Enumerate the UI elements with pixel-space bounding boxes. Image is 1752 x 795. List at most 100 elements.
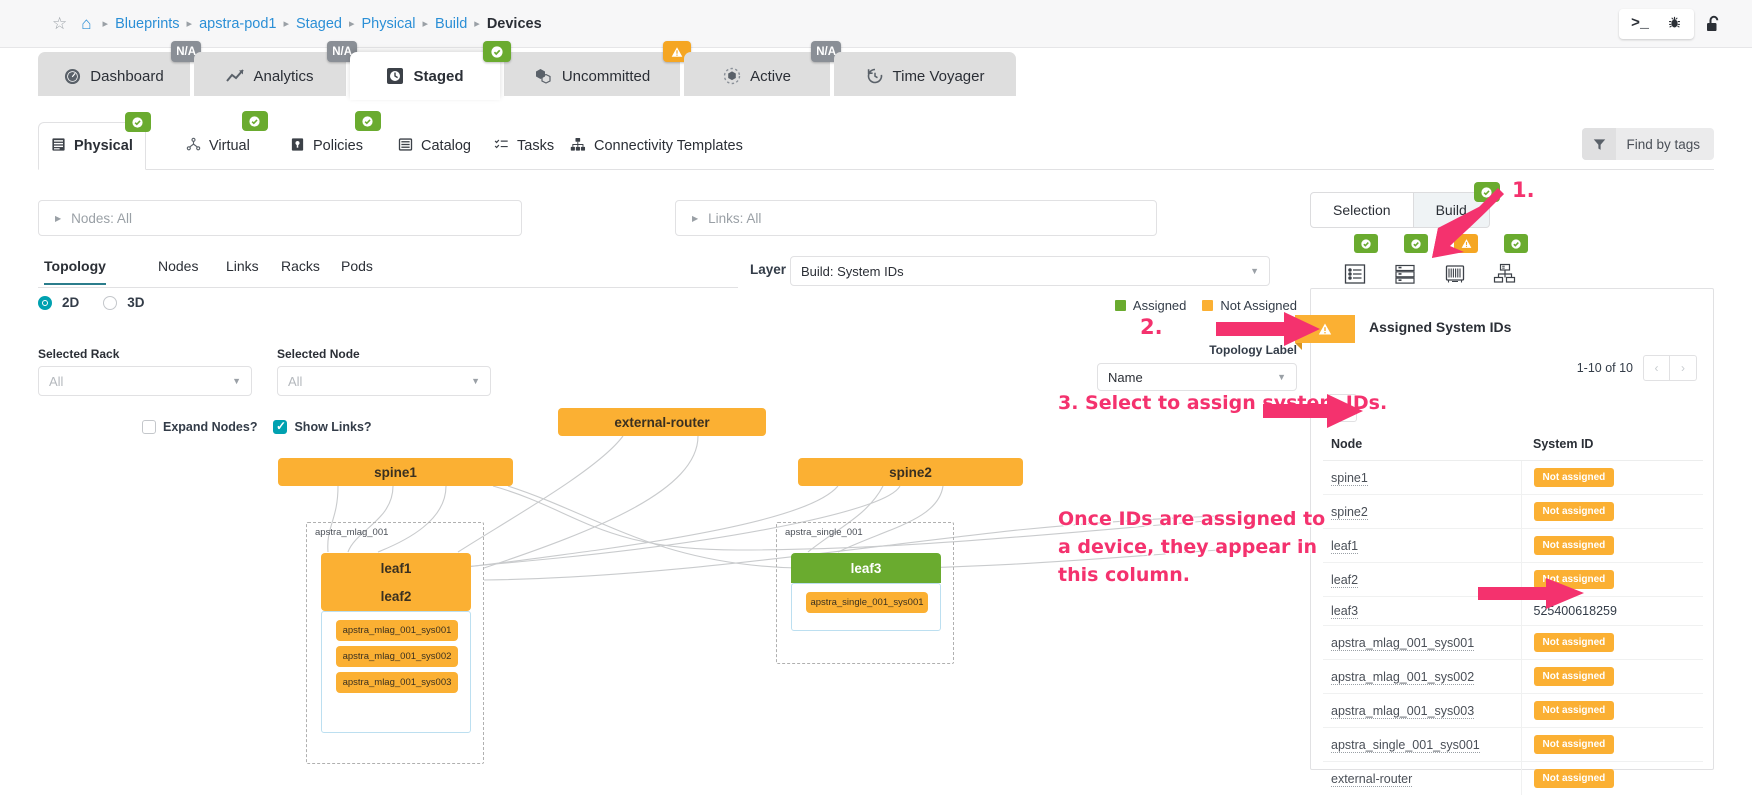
panel-icon-list[interactable] <box>1330 234 1380 290</box>
nodes-filter[interactable]: ▶ Nodes: All <box>38 200 522 236</box>
graph-node-label: external-router <box>614 414 710 430</box>
policies-icon <box>290 137 305 156</box>
selected-rack-select[interactable]: All ▼ <box>38 366 252 396</box>
node-link[interactable]: apstra_mlag_001_sys001 <box>1331 635 1475 651</box>
breadcrumb-item-devices: Devices <box>486 15 542 32</box>
annotation-note: Once IDs are assigned to a device, they … <box>1058 505 1358 589</box>
chevron-down-icon: ▼ <box>471 376 480 386</box>
right-panel: Selection Build Assigned System IDs 1-10… <box>1295 182 1714 795</box>
breadcrumb-separator: ▸ <box>102 18 109 30</box>
status-badge: Not assigned <box>1533 735 1615 754</box>
terminal-icon[interactable]: >_ <box>1631 16 1649 31</box>
subtab-topology[interactable]: Topology <box>44 258 106 285</box>
star-icon[interactable]: ☆ <box>52 14 67 34</box>
graph-group-servers-mlag: apstra_mlag_001_sys001 apstra_mlag_001_s… <box>321 611 471 733</box>
topology-label-select[interactable]: Name ▼ <box>1097 363 1297 391</box>
chevron-right-icon: ▶ <box>692 213 699 223</box>
breadcrumb-item-blueprints[interactable]: Blueprints <box>115 16 179 32</box>
cell-node: apstra_mlag_001_sys003 <box>1323 693 1521 728</box>
tab-dashboard[interactable]: Dashboard N/A <box>38 41 201 100</box>
pagination-prev-button[interactable]: ‹ <box>1643 355 1670 381</box>
tab-active[interactable]: Active N/A <box>684 41 841 100</box>
selected-rack-label: Selected Rack <box>38 347 120 361</box>
graph-node-label: apstra_single_001_sys001 <box>810 597 924 608</box>
cell-system-id: Not assigned <box>1520 761 1703 795</box>
cell-node: spine1 <box>1323 460 1521 495</box>
layer-value: Build: System IDs <box>801 263 904 279</box>
home-icon[interactable]: ⌂ <box>81 14 91 34</box>
pagination-next-button[interactable]: › <box>1670 355 1697 381</box>
node-link[interactable]: apstra_single_001_sys001 <box>1331 737 1480 753</box>
tab-physical[interactable]: Physical <box>38 112 151 170</box>
tab-label: Dashboard <box>90 67 164 85</box>
graph-legend: Assigned Not Assigned <box>1114 298 1297 313</box>
cell-system-id: Not assigned <box>1520 693 1703 728</box>
primary-tab-bar: Dashboard N/A Analytics N/A Staged Uncom… <box>0 41 1752 100</box>
topology-label-value: Name <box>1108 369 1143 385</box>
column-header-system-id: System ID <box>1521 437 1703 461</box>
active-icon <box>723 67 741 85</box>
selected-node-select[interactable]: All ▼ <box>277 366 491 396</box>
radio-2d[interactable] <box>38 295 52 310</box>
graph-node-leaf2[interactable]: leaf2 <box>321 581 471 611</box>
tab-policies[interactable]: Policies <box>278 111 381 170</box>
node-link[interactable]: apstra_mlag_001_sys003 <box>1331 703 1475 719</box>
graph-node-apstra-mlag-001-sys001[interactable]: apstra_mlag_001_sys001 <box>336 620 458 641</box>
tab-catalog[interactable]: Catalog <box>386 122 483 170</box>
annotation-note-line-1: Once IDs are assigned to <box>1058 508 1326 531</box>
graph-node-apstra-single-001-sys001[interactable]: apstra_single_001_sys001 <box>806 592 928 613</box>
subtab-pods[interactable]: Pods <box>341 258 373 283</box>
tab-badge <box>124 112 151 132</box>
table-row[interactable]: spine2 Not assigned <box>1323 494 1703 529</box>
card-title: Assigned System IDs <box>1369 319 1512 335</box>
graph-node-spine1[interactable]: spine1 <box>278 458 513 486</box>
tab-uncommitted[interactable]: Uncommitted <box>504 41 691 100</box>
legend-label: Not Assigned <box>1220 298 1297 313</box>
subtab-nodes[interactable]: Nodes <box>158 258 198 283</box>
table-row[interactable]: external-router Not assigned <box>1323 761 1703 795</box>
graph-node-leaf3[interactable]: leaf3 <box>791 553 941 583</box>
find-by-tags-button[interactable]: Find by tags <box>1582 128 1714 160</box>
breadcrumb-separator: ▸ <box>348 18 355 30</box>
table-row[interactable]: apstra_mlag_001_sys002 Not assigned <box>1323 659 1703 694</box>
layer-select[interactable]: Build: System IDs ▼ <box>790 256 1270 286</box>
tab-label: Physical <box>74 138 133 154</box>
node-link[interactable]: leaf3 <box>1331 604 1359 619</box>
tab-analytics[interactable]: Analytics N/A <box>194 41 357 100</box>
tab-connectivity-templates[interactable]: Connectivity Templates <box>558 122 755 170</box>
tab-time-voyager[interactable]: Time Voyager <box>834 52 1016 100</box>
links-filter[interactable]: ▶ Links: All <box>675 200 1157 236</box>
breadcrumb-item-build[interactable]: Build <box>435 16 467 32</box>
breadcrumb-item-physical[interactable]: Physical <box>362 16 416 32</box>
graph-group-apstra-single-001[interactable]: apstra_single_001 leaf3 apstra_single_00… <box>776 522 954 664</box>
breadcrumb-item-staged[interactable]: Staged <box>296 16 342 32</box>
top-right-actions: >_ <box>1618 8 1738 39</box>
tab-virtual[interactable]: Virtual <box>174 111 268 170</box>
table-row[interactable]: spine1 Not assigned <box>1323 460 1703 495</box>
graph-node-label: apstra_mlag_001_sys001 <box>342 625 452 636</box>
graph-node-leaf1[interactable]: leaf1 <box>321 553 471 583</box>
table-row[interactable]: apstra_mlag_001_sys003 Not assigned <box>1323 693 1703 728</box>
table-row[interactable]: leaf1 Not assigned <box>1323 528 1703 563</box>
selected-node-label: Selected Node <box>277 347 360 361</box>
graph-group-apstra-mlag-001[interactable]: apstra_mlag_001 leaf1 leaf2 apstra_mlag_… <box>306 522 484 764</box>
table-row[interactable]: apstra_single_001_sys001 Not assigned <box>1323 727 1703 762</box>
graph-node-external-router[interactable]: external-router <box>558 408 766 436</box>
node-link[interactable]: external-router <box>1331 771 1413 787</box>
node-link[interactable]: apstra_mlag_001_sys002 <box>1331 669 1475 685</box>
graph-node-spine2[interactable]: spine2 <box>798 458 1023 486</box>
subtab-racks[interactable]: Racks <box>281 258 320 283</box>
table-row[interactable]: apstra_mlag_001_sys001 Not assigned <box>1323 625 1703 660</box>
tab-staged[interactable]: Staged <box>350 41 511 100</box>
radio-3d[interactable] <box>103 295 118 310</box>
cell-node: apstra_single_001_sys001 <box>1323 727 1521 762</box>
unlock-icon[interactable] <box>1704 14 1724 34</box>
node-link[interactable]: spine1 <box>1331 470 1368 486</box>
assigned-system-ids-card: Assigned System IDs 1-10 of 10 ‹ › Node … <box>1295 288 1714 795</box>
tab-tasks[interactable]: Tasks <box>482 122 566 170</box>
subtab-links[interactable]: Links <box>226 258 259 283</box>
graph-node-apstra-mlag-001-sys002[interactable]: apstra_mlag_001_sys002 <box>336 646 458 667</box>
graph-node-apstra-mlag-001-sys003[interactable]: apstra_mlag_001_sys003 <box>336 672 458 693</box>
bug-icon[interactable] <box>1667 15 1682 33</box>
breadcrumb-item-apstra-pod1[interactable]: apstra-pod1 <box>199 16 276 32</box>
